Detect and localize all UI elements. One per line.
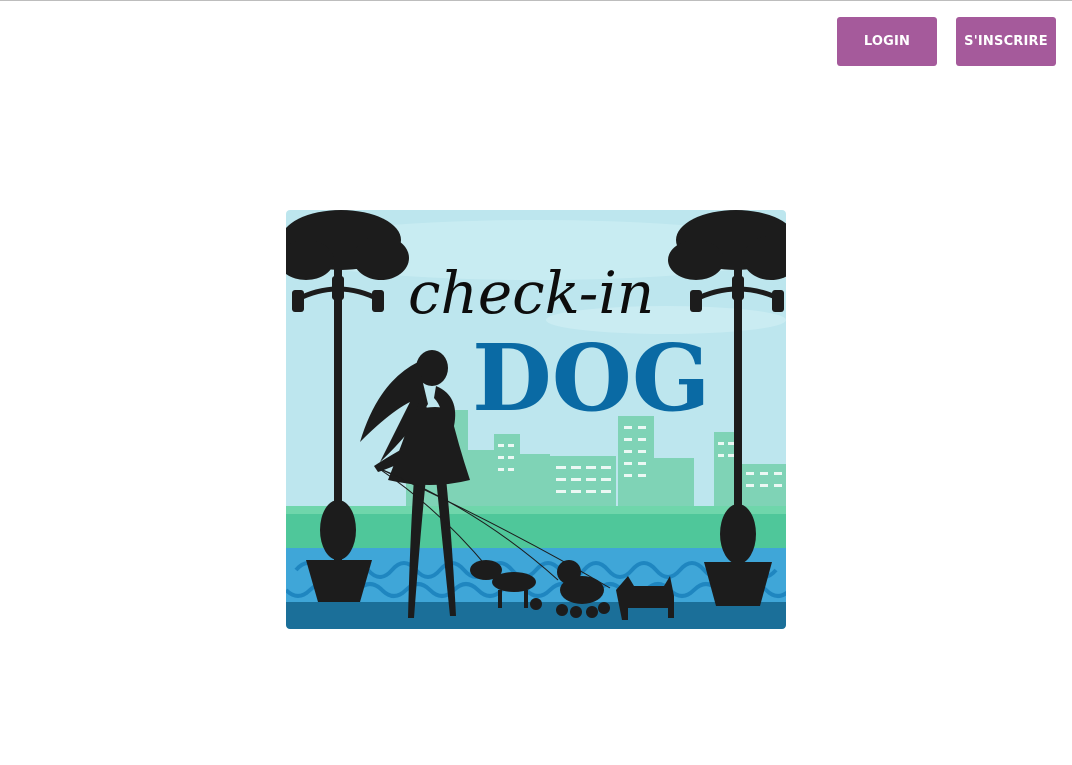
logo-text-dog: DOG: [472, 324, 711, 432]
login-button[interactable]: LOGIN: [837, 17, 937, 66]
header-actions: LOGIN S'INSCRIRE: [837, 17, 1056, 66]
check-in-dog-logo: check-in DOG: [286, 210, 786, 629]
logo-text-check-in: check-in: [408, 259, 654, 327]
signup-button[interactable]: S'INSCRIRE: [956, 17, 1056, 66]
logo-illustration: check-in DOG: [286, 210, 786, 629]
landing-page: LOGIN S'INSCRIRE check-in DOG: [0, 0, 1072, 765]
